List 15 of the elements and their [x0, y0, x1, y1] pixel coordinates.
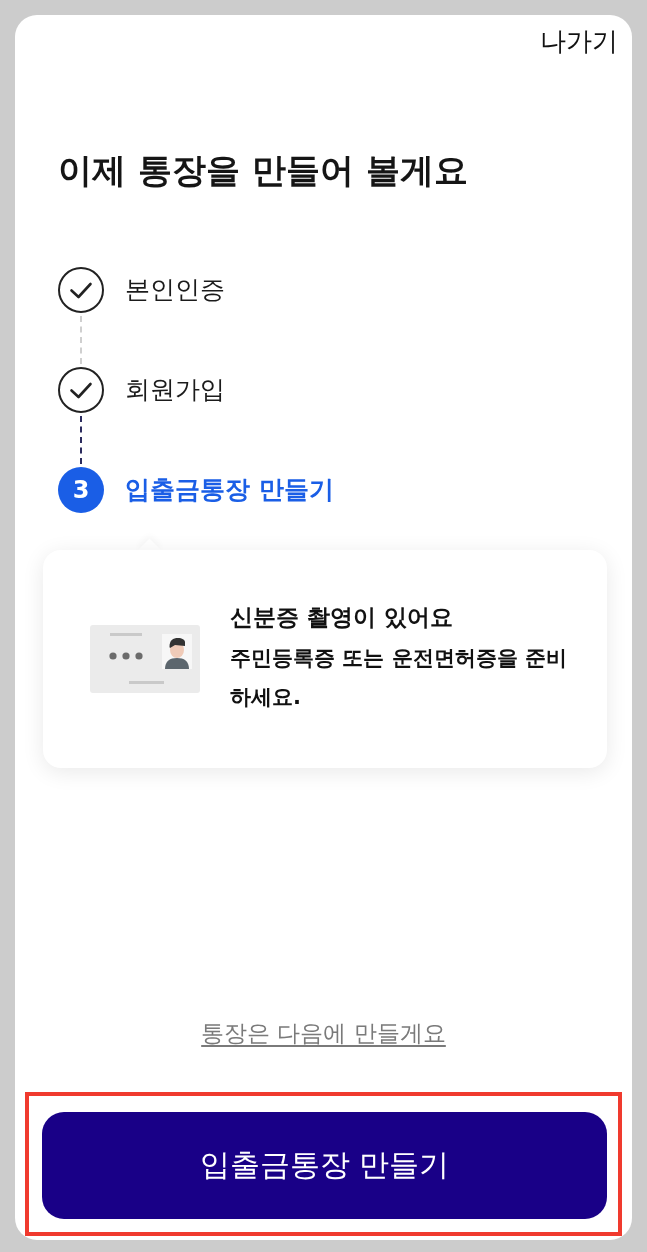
step-check-icon: [58, 267, 104, 313]
id-card-icon: [90, 625, 200, 693]
skip-link[interactable]: 통장은 다음에 만들게요: [201, 1017, 446, 1049]
step-number: 3: [58, 467, 104, 513]
step-label: 회원가입: [125, 374, 225, 406]
step-connector: [80, 316, 82, 364]
notice-title: 신분증 촬영이 있어요: [230, 603, 454, 632]
exit-button[interactable]: 나가기: [540, 23, 618, 59]
step-check-icon: [58, 367, 104, 413]
page-title: 이제 통장을 만들어 볼게요: [58, 149, 468, 192]
step-label: 입출금통장 만들기: [125, 474, 334, 506]
create-account-button[interactable]: 입출금통장 만들기: [42, 1112, 607, 1219]
step-connector: [80, 416, 82, 464]
step-label: 본인인증: [125, 274, 225, 306]
notice-text: 주민등록증 또는 운전면허증을 준비하세요.: [230, 645, 568, 711]
